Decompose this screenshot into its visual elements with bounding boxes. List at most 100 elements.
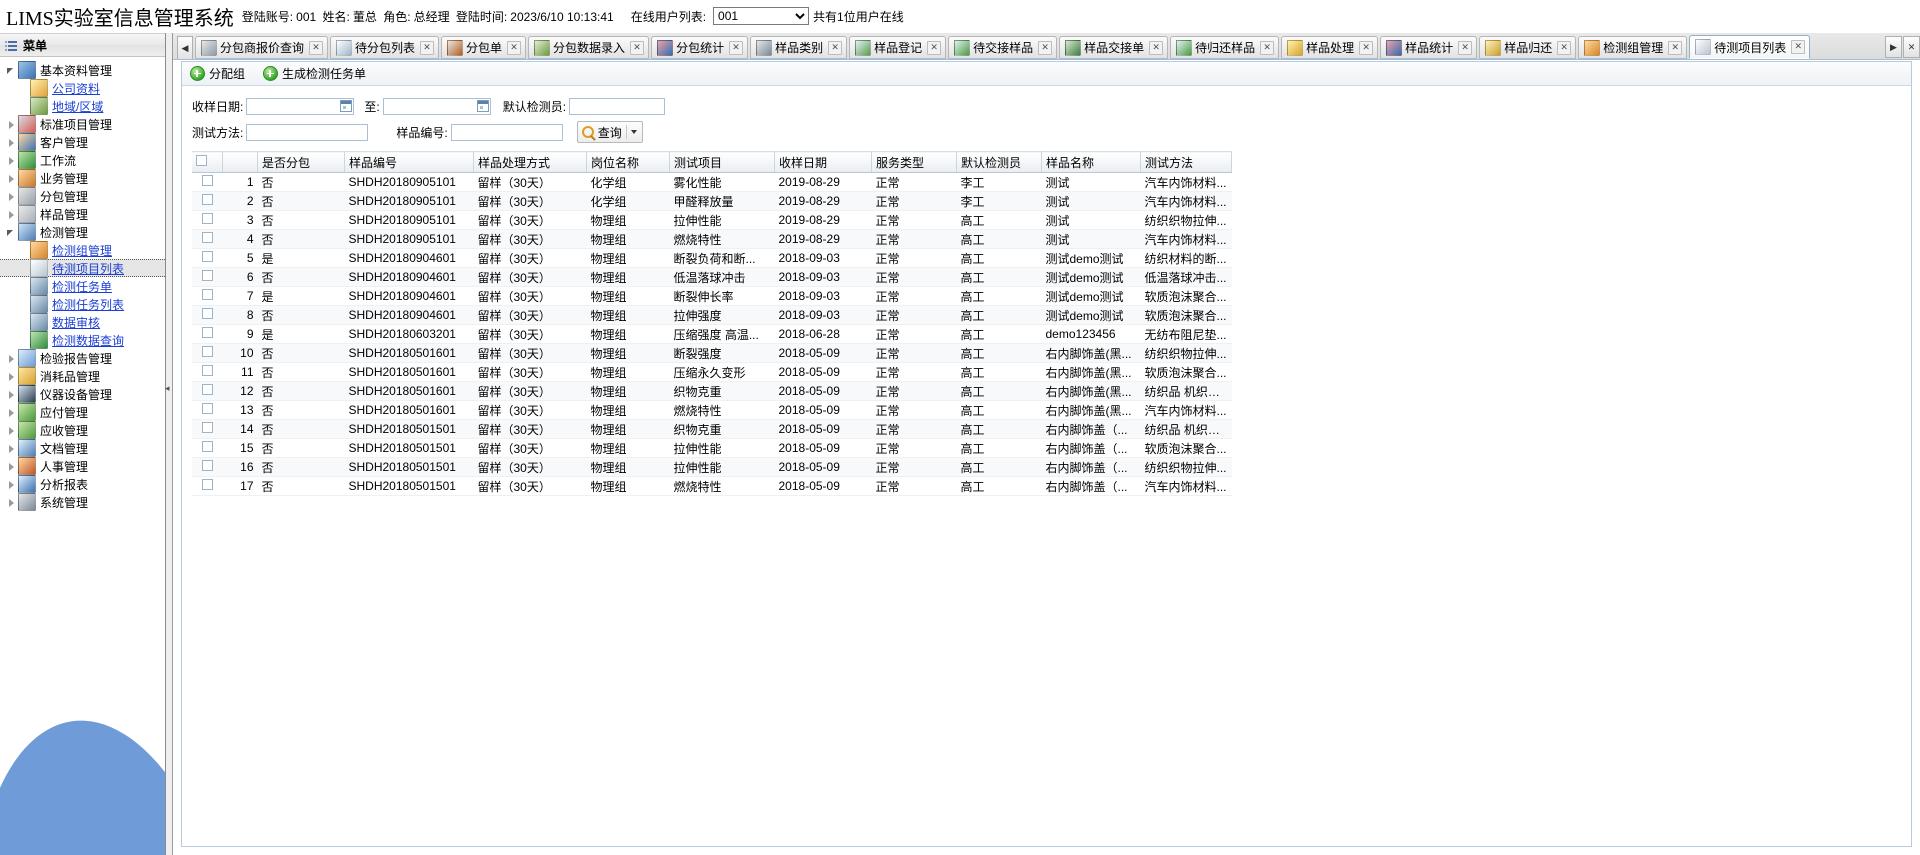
sidebar-item-11[interactable]: 待测项目列表 xyxy=(0,259,165,277)
tab-12[interactable]: 样品归还 ✕ xyxy=(1479,36,1577,59)
chevron-right-icon[interactable] xyxy=(6,497,17,508)
sidebar-item-20[interactable]: 应收管理 xyxy=(0,421,165,439)
tab-9[interactable]: 待归还样品 ✕ xyxy=(1170,36,1280,59)
col-subcontract[interactable]: 是否分包 xyxy=(257,151,345,173)
row-checkbox[interactable] xyxy=(201,308,213,319)
row-checkbox[interactable] xyxy=(201,327,213,338)
sidebar-item-5[interactable]: 工作流 xyxy=(0,151,165,169)
chevron-right-icon[interactable] xyxy=(6,425,17,436)
sidebar-item-22[interactable]: 人事管理 xyxy=(0,457,165,475)
tab-14[interactable]: 待测项目列表 ✕ xyxy=(1689,35,1811,59)
close-icon[interactable]: ✕ xyxy=(507,40,522,55)
close-icon[interactable]: ✕ xyxy=(1149,40,1164,55)
table-row[interactable]: 1 否 SHDH20180905101 留样（30天） 化学组 雾化性能 2019-08-2… xyxy=(192,172,1232,192)
calendar-icon[interactable] xyxy=(340,99,353,112)
row-checkbox[interactable] xyxy=(201,384,213,395)
default-inspector-input[interactable] xyxy=(569,97,666,115)
chevron-right-icon[interactable] xyxy=(6,209,17,220)
row-checkbox[interactable] xyxy=(201,403,213,414)
col-service-type[interactable]: 服务类型 xyxy=(871,151,957,173)
col-index[interactable] xyxy=(222,151,258,173)
sidebar-item-10[interactable]: 检测组管理 xyxy=(0,241,165,259)
select-all-checkbox[interactable] xyxy=(196,155,207,166)
sidebar-item-9[interactable]: 检测管理 xyxy=(0,223,165,241)
row-select-cell[interactable] xyxy=(192,305,223,325)
test-method-input[interactable] xyxy=(246,123,369,141)
chevron-right-icon[interactable] xyxy=(6,353,17,364)
chevron-right-icon[interactable] xyxy=(6,155,17,166)
row-checkbox[interactable] xyxy=(201,270,213,281)
close-icon[interactable]: ✕ xyxy=(828,40,843,55)
tab-scroll-right-button[interactable]: ▶ xyxy=(1885,36,1902,58)
tab-1[interactable]: 待分包列表 ✕ xyxy=(330,36,440,59)
sidebar-item-12[interactable]: 检测任务单 xyxy=(0,277,165,295)
col-inspector[interactable]: 默认检测员 xyxy=(956,151,1042,173)
sidebar-item-3[interactable]: 标准项目管理 xyxy=(0,115,165,133)
table-row[interactable]: 15 否 SHDH20180501501 留样（30天） 物理组 拉伸性能 2018-05-… xyxy=(192,438,1232,458)
assign-group-button[interactable]: 分配组 xyxy=(190,65,245,82)
col-post[interactable]: 岗位名称 xyxy=(586,151,670,173)
table-row[interactable]: 14 否 SHDH20180501501 留样（30天） 物理组 织物克重 2018-05-… xyxy=(192,419,1232,439)
row-select-cell[interactable] xyxy=(192,419,223,439)
row-select-cell[interactable] xyxy=(192,267,223,287)
table-row[interactable]: 8 否 SHDH20180904601 留样（30天） 物理组 拉伸强度 2018-09-0… xyxy=(192,305,1232,325)
close-icon[interactable]: ✕ xyxy=(630,40,645,55)
tab-3[interactable]: 分包数据录入 ✕ xyxy=(528,36,650,59)
row-checkbox[interactable] xyxy=(201,175,213,186)
row-select-cell[interactable] xyxy=(192,476,223,496)
sidebar-item-17[interactable]: 消耗品管理 xyxy=(0,367,165,385)
row-select-cell[interactable] xyxy=(192,400,223,420)
close-icon[interactable]: ✕ xyxy=(1359,40,1374,55)
table-row[interactable]: 11 否 SHDH20180501601 留样（30天） 物理组 压缩永久变形 2018-0… xyxy=(192,362,1232,382)
table-row[interactable]: 4 否 SHDH20180905101 留样（30天） 物理组 燃烧特性 2019-08-2… xyxy=(192,229,1232,249)
table-row[interactable]: 2 否 SHDH20180905101 留样（30天） 化学组 甲醛释放量 2019-08-… xyxy=(192,191,1232,211)
chevron-right-icon[interactable] xyxy=(6,173,17,184)
sidebar-item-18[interactable]: 仪器设备管理 xyxy=(0,385,165,403)
close-icon[interactable]: ✕ xyxy=(729,40,744,55)
row-select-cell[interactable] xyxy=(192,381,223,401)
sidebar-item-14[interactable]: 数据审核 xyxy=(0,313,165,331)
tab-10[interactable]: 样品处理 ✕ xyxy=(1281,36,1379,59)
col-sample-no[interactable]: 样品编号 xyxy=(344,151,474,173)
generate-task-button[interactable]: 生成检测任务单 xyxy=(263,65,366,82)
close-icon[interactable]: ✕ xyxy=(1458,40,1473,55)
close-icon[interactable]: ✕ xyxy=(309,40,324,55)
chevron-down-icon[interactable] xyxy=(630,130,637,134)
chevron-right-icon[interactable] xyxy=(6,389,17,400)
chevron-right-icon[interactable] xyxy=(6,443,17,454)
chevron-right-icon[interactable] xyxy=(6,137,17,148)
chevron-down-icon[interactable] xyxy=(6,65,17,76)
sidebar-item-7[interactable]: 分包管理 xyxy=(0,187,165,205)
sidebar-item-8[interactable]: 样品管理 xyxy=(0,205,165,223)
table-row[interactable]: 17 否 SHDH20180501501 留样（30天） 物理组 燃烧特性 2018-05-… xyxy=(192,476,1232,496)
tab-8[interactable]: 样品交接单 ✕ xyxy=(1059,36,1169,59)
row-select-cell[interactable] xyxy=(192,343,223,363)
select-all-header[interactable] xyxy=(192,151,223,173)
row-select-cell[interactable] xyxy=(192,324,223,344)
tab-7[interactable]: 待交接样品 ✕ xyxy=(948,36,1058,59)
sidebar-item-2[interactable]: 地域/区域 xyxy=(0,97,165,115)
close-icon[interactable]: ✕ xyxy=(927,40,942,55)
row-select-cell[interactable] xyxy=(192,210,223,230)
tab-close-all-button[interactable]: ✕ xyxy=(1903,36,1920,58)
table-row[interactable]: 7 是 SHDH20180904601 留样（30天） 物理组 断裂伸长率 2018-09-… xyxy=(192,286,1232,306)
chevron-right-icon[interactable] xyxy=(6,479,17,490)
query-button[interactable]: 查询 xyxy=(576,121,643,143)
table-row[interactable]: 9 是 SHDH20180603201 留样（30天） 物理组 压缩强度 高温... 201… xyxy=(192,324,1232,344)
chevron-right-icon[interactable] xyxy=(6,371,17,382)
col-process[interactable]: 样品处理方式 xyxy=(473,151,587,173)
calendar-icon[interactable] xyxy=(476,99,489,112)
sidebar-item-6[interactable]: 业务管理 xyxy=(0,169,165,187)
sample-no-input[interactable] xyxy=(450,123,563,141)
sample-date-to-input[interactable] xyxy=(382,97,491,115)
row-checkbox[interactable] xyxy=(201,441,213,452)
row-select-cell[interactable] xyxy=(192,172,223,192)
row-select-cell[interactable] xyxy=(192,286,223,306)
row-checkbox[interactable] xyxy=(201,194,213,205)
chevron-right-icon[interactable] xyxy=(6,407,17,418)
row-checkbox[interactable] xyxy=(201,460,213,471)
sidebar-item-23[interactable]: 分析报表 xyxy=(0,475,165,493)
table-row[interactable]: 6 否 SHDH20180904601 留样（30天） 物理组 低温落球冲击 2018-09… xyxy=(192,267,1232,287)
sidebar-item-15[interactable]: 检测数据查询 xyxy=(0,331,165,349)
row-select-cell[interactable] xyxy=(192,362,223,382)
